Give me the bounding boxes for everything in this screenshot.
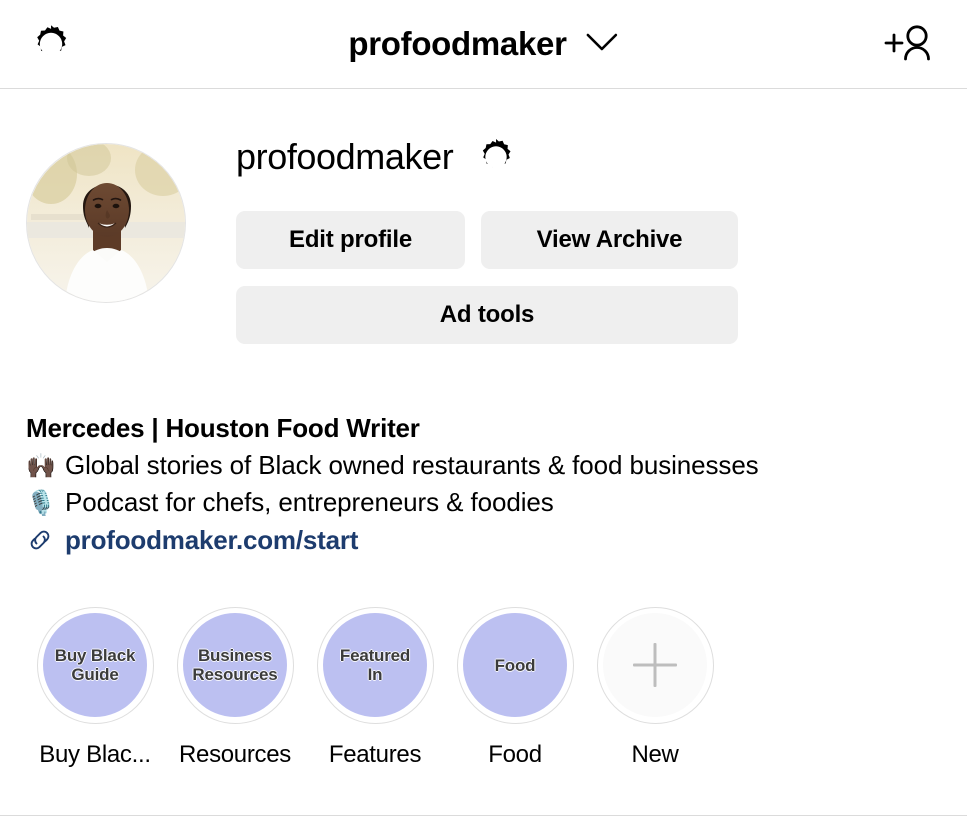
- highlight-cover-text: Buy Black Guide: [54, 646, 136, 685]
- bio-line-text: Global stories of Black owned restaurant…: [65, 449, 759, 480]
- bio-line: 🎙️ Podcast for chefs, entrepreneurs & fo…: [26, 484, 941, 521]
- highlight-ring: Food: [456, 606, 574, 724]
- highlight-cover: Buy Black Guide: [43, 613, 147, 718]
- profile-area: profoodmaker Edit profile View Archive A…: [0, 89, 967, 769]
- raised-hands-icon: 🙌🏿: [26, 452, 56, 480]
- link-icon: [26, 527, 56, 553]
- topbar-username: profoodmaker: [348, 25, 567, 62]
- profile-action-buttons: Edit profile View Archive: [236, 211, 740, 269]
- highlight-item[interactable]: Featured In Features: [316, 606, 434, 769]
- new-highlight-cover: [603, 613, 707, 718]
- highlight-label: Buy Blac...: [39, 740, 151, 768]
- edit-profile-button[interactable]: Edit profile: [236, 211, 465, 269]
- profile-header-row: profoodmaker Edit profile View Archive A…: [24, 89, 943, 344]
- account-switcher[interactable]: profoodmaker: [348, 25, 618, 63]
- bio-link-row[interactable]: profoodmaker.com/start: [26, 522, 941, 559]
- highlight-label: New: [631, 740, 679, 768]
- add-person-icon[interactable]: [883, 21, 935, 67]
- page-title: profoodmaker: [236, 136, 454, 177]
- highlight-ring: Buy Black Guide: [36, 606, 154, 724]
- chevron-down-icon[interactable]: [585, 31, 619, 58]
- studio-microphone-icon: 🎙️: [26, 489, 56, 517]
- highlight-item[interactable]: Food Food: [456, 606, 574, 769]
- highlight-cover-text: Business Resources: [192, 646, 278, 685]
- ad-tools-button[interactable]: Ad tools: [236, 286, 738, 344]
- new-highlight-button[interactable]: New: [596, 606, 714, 769]
- bio-line: 🙌🏿 Global stories of Black owned restaur…: [26, 447, 941, 484]
- view-archive-button[interactable]: View Archive: [481, 211, 738, 269]
- bio-section: Mercedes | Houston Food Writer 🙌🏿 Global…: [24, 410, 943, 559]
- plus-icon: [633, 643, 677, 687]
- gear-icon[interactable]: [28, 21, 74, 67]
- highlight-label: Food: [488, 740, 542, 768]
- highlight-cover-text: Featured In: [339, 646, 411, 685]
- top-navigation-bar: profoodmaker: [0, 0, 967, 89]
- bio-link[interactable]: profoodmaker.com/start: [65, 522, 358, 559]
- highlight-item[interactable]: Buy Black Guide Buy Blac...: [36, 606, 154, 769]
- bottom-divider: [0, 814, 967, 816]
- avatar-photo: [27, 144, 185, 302]
- highlight-ring: Featured In: [316, 606, 434, 724]
- profile-details: profoodmaker Edit profile View Archive A…: [236, 127, 943, 344]
- instagram-profile-screen: profoodmaker profoodmaker Edit profile V…: [0, 0, 967, 823]
- avatar[interactable]: [26, 143, 186, 303]
- highlight-label: Features: [328, 740, 422, 768]
- highlight-label: Resources: [178, 740, 291, 768]
- bio-line-text: Podcast for chefs, entrepreneurs & foodi…: [65, 486, 554, 517]
- highlight-item[interactable]: Business Resources Resources: [176, 606, 294, 769]
- highlight-cover-text: Food: [494, 655, 536, 675]
- highlight-cover: Featured In: [323, 613, 427, 718]
- highlight-cover: Food: [463, 613, 567, 718]
- bio-display-name: Mercedes | Houston Food Writer: [26, 413, 420, 443]
- gear-icon[interactable]: [475, 136, 517, 178]
- highlight-cover: Business Resources: [183, 613, 287, 718]
- highlight-ring: [596, 606, 714, 724]
- profile-name-row: profoodmaker: [236, 129, 740, 185]
- highlight-ring: Business Resources: [176, 606, 294, 724]
- story-highlights-row: Buy Black Guide Buy Blac... Business Res…: [24, 606, 943, 769]
